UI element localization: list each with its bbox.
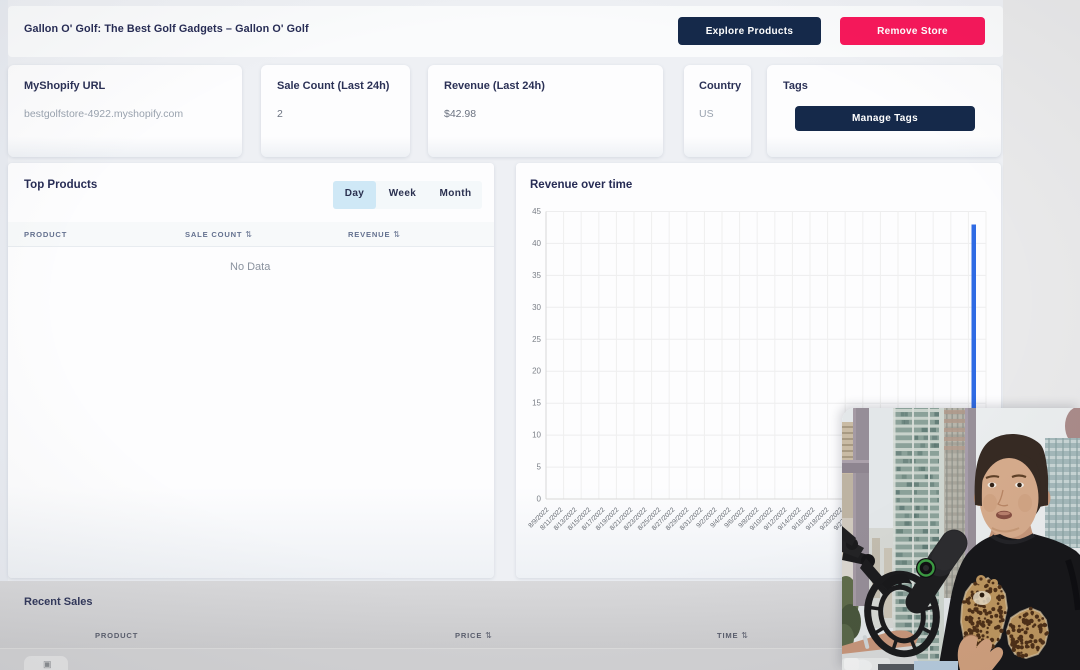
- svg-text:30: 30: [532, 303, 541, 312]
- svg-text:40: 40: [532, 239, 541, 248]
- svg-text:35: 35: [532, 271, 541, 280]
- svg-text:10: 10: [532, 431, 541, 440]
- svg-text:25: 25: [532, 335, 541, 344]
- svg-text:5: 5: [537, 463, 542, 472]
- svg-text:15: 15: [532, 399, 541, 408]
- svg-text:0: 0: [537, 495, 542, 504]
- svg-text:45: 45: [532, 207, 541, 216]
- svg-text:20: 20: [532, 367, 541, 376]
